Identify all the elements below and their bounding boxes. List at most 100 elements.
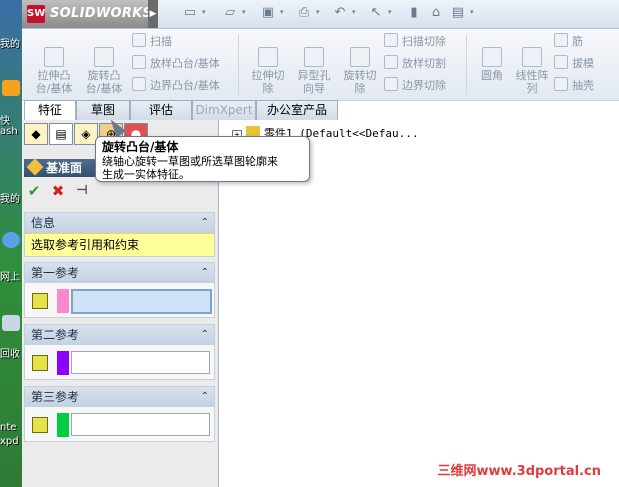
undo-icon[interactable]: ↶	[332, 5, 348, 21]
boundary-boss-button[interactable]: 边界凸台/基体	[132, 77, 220, 95]
shell-icon	[554, 77, 568, 91]
chevron-down-icon[interactable]: ▾	[388, 9, 394, 16]
pin-icon[interactable]: ⊣	[73, 182, 91, 200]
first-reference-header[interactable]: 第一参考 ⌃	[25, 263, 214, 283]
revolve-cut-icon	[350, 47, 370, 67]
second-reference-header[interactable]: 第二参考 ⌃	[25, 325, 214, 345]
desktop-app-icon[interactable]	[2, 80, 20, 96]
page-title: 基准面	[46, 161, 83, 175]
ok-icon[interactable]: ✔	[25, 182, 43, 200]
hole-wizard-icon	[304, 47, 324, 67]
solidworks-logo[interactable]: SW SOLIDWORKS	[22, 0, 152, 28]
draft-button[interactable]: 拔模	[554, 55, 594, 73]
linear-pattern-button[interactable]: 线性阵 列	[508, 34, 556, 95]
second-reference-row	[25, 345, 214, 379]
sweep-button[interactable]: 扫描	[132, 33, 172, 51]
info-message: 选取参考引用和约束	[25, 233, 214, 256]
loft-cut-icon	[384, 55, 398, 69]
watermark: 三维网www.3dportal.cn	[437, 464, 601, 479]
tooltip: 旋转凸台/基体 绕轴心旋转一草图或所选草图轮廓来 生成一实体特征。	[95, 136, 310, 182]
property-manager-tab-icon[interactable]: ▤	[49, 123, 73, 145]
reference-entity-icon	[32, 417, 48, 433]
chevron-down-icon[interactable]: ▾	[470, 9, 476, 16]
chevron-down-icon[interactable]: ▾	[242, 9, 248, 16]
revolve-boss-label: 旋转凸 台/基体	[85, 69, 123, 95]
second-reference-section: 第二参考 ⌃	[24, 324, 215, 380]
ribbon-separator	[466, 35, 467, 95]
chevron-down-icon[interactable]: ▾	[352, 9, 358, 16]
desktop-label: nte	[0, 422, 17, 433]
command-tabs: 特征 草图 评估 DimXpert 办公室产品	[22, 100, 619, 121]
linear-pattern-icon	[522, 47, 542, 67]
extrude-boss-icon	[44, 47, 64, 67]
extrude-boss-label: 拉伸凸 台/基体	[35, 69, 73, 95]
options-icon[interactable]: ▤	[450, 5, 466, 21]
select-icon[interactable]: ↖	[368, 5, 384, 21]
second-reference-field[interactable]	[71, 351, 210, 374]
first-reference-field[interactable]	[71, 289, 212, 314]
title-bar: SW SOLIDWORKS ▶ ▭ ▾ ▱ ▾ ▣ ▾ ⎙ ▾ ↶ ▾ ↖ ▾ …	[22, 0, 619, 29]
tab-office-products[interactable]: 办公室产品	[256, 100, 338, 120]
new-file-icon[interactable]: ▭	[182, 5, 198, 21]
third-reference-row	[25, 407, 214, 441]
collapse-icon[interactable]: ⌃	[201, 263, 209, 283]
print-icon[interactable]: ⎙	[296, 5, 312, 21]
rib-button[interactable]: 筋	[554, 33, 583, 51]
reference-color-swatch	[57, 289, 69, 313]
boundary-cut-button[interactable]: 边界切除	[384, 77, 446, 95]
reference-color-swatch	[57, 351, 69, 375]
menu-expand-icon[interactable]: ▶	[148, 0, 158, 28]
ribbon-separator	[238, 35, 239, 95]
file-props-icon[interactable]: ⌂	[428, 5, 444, 21]
sweep-cut-button[interactable]: 扫描切除	[384, 33, 446, 51]
app-brand: SOLIDWORKS	[50, 6, 153, 21]
save-icon[interactable]: ▣	[260, 5, 276, 21]
third-reference-header[interactable]: 第三参考 ⌃	[25, 387, 214, 407]
revolve-boss-button[interactable]: 旋转凸 台/基体	[80, 34, 128, 95]
loft-cut-button[interactable]: 放样切割	[384, 55, 446, 73]
rebuild-icon[interactable]: ▮	[406, 5, 422, 21]
third-reference-field[interactable]	[71, 413, 210, 436]
tab-features[interactable]: 特征	[24, 100, 76, 121]
cancel-icon[interactable]: ✖	[49, 182, 67, 200]
desktop-label: 我的	[0, 39, 20, 50]
loft-icon	[132, 55, 146, 69]
revolve-boss-icon	[94, 47, 114, 67]
chevron-down-icon[interactable]: ▾	[280, 9, 286, 16]
third-reference-label: 第三参考	[31, 390, 80, 404]
loft-boss-button[interactable]: 放样凸台/基体	[132, 55, 220, 73]
collapse-icon[interactable]: ⌃	[201, 387, 209, 407]
info-header-label: 信息	[31, 216, 56, 230]
third-reference-section: 第三参考 ⌃	[24, 386, 215, 442]
second-reference-label: 第二参考	[31, 328, 80, 342]
plane-icon	[26, 158, 44, 176]
extrude-cut-button[interactable]: 拉伸切 除	[244, 34, 292, 95]
sweep-icon	[132, 33, 146, 47]
collapse-icon[interactable]: ⌃	[201, 325, 209, 345]
hole-wizard-button[interactable]: 异型孔 向导	[290, 34, 338, 95]
feature-tree-tab-icon[interactable]: ◆	[24, 123, 48, 145]
chevron-down-icon[interactable]: ▾	[316, 9, 322, 16]
tab-dimxpert[interactable]: DimXpert	[192, 100, 256, 120]
desktop-label: 网上	[0, 272, 20, 283]
extrude-boss-button[interactable]: 拉伸凸 台/基体	[30, 34, 78, 95]
first-reference-section: 第一参考 ⌃	[24, 262, 215, 318]
recycle-bin-icon[interactable]	[2, 315, 20, 331]
network-icon[interactable]	[2, 232, 20, 248]
info-section-header[interactable]: 信息 ⌃	[25, 213, 214, 233]
open-icon[interactable]: ▱	[222, 5, 238, 21]
first-reference-row	[25, 283, 214, 317]
desktop-label: 回收	[0, 349, 20, 360]
chevron-down-icon[interactable]: ▾	[202, 9, 208, 16]
info-section: 信息 ⌃ 选取参考引用和约束	[24, 212, 215, 257]
sweep-cut-icon	[384, 33, 398, 47]
revolve-cut-button[interactable]: 旋转切 除	[336, 34, 384, 95]
collapse-icon[interactable]: ⌃	[201, 213, 209, 233]
desktop-strip: 我的 快 ash 我的 网上 回收 nte xpd	[0, 0, 22, 487]
boundary-icon	[132, 77, 146, 91]
draft-icon	[554, 55, 568, 69]
tab-evaluate[interactable]: 评估	[130, 100, 192, 120]
tab-sketch[interactable]: 草图	[76, 100, 130, 120]
shell-button[interactable]: 抽壳	[554, 77, 594, 95]
command-manager-ribbon: 拉伸凸 台/基体 旋转凸 台/基体 扫描 放样凸台/基体 边界凸台/基体 拉伸切…	[22, 29, 619, 101]
